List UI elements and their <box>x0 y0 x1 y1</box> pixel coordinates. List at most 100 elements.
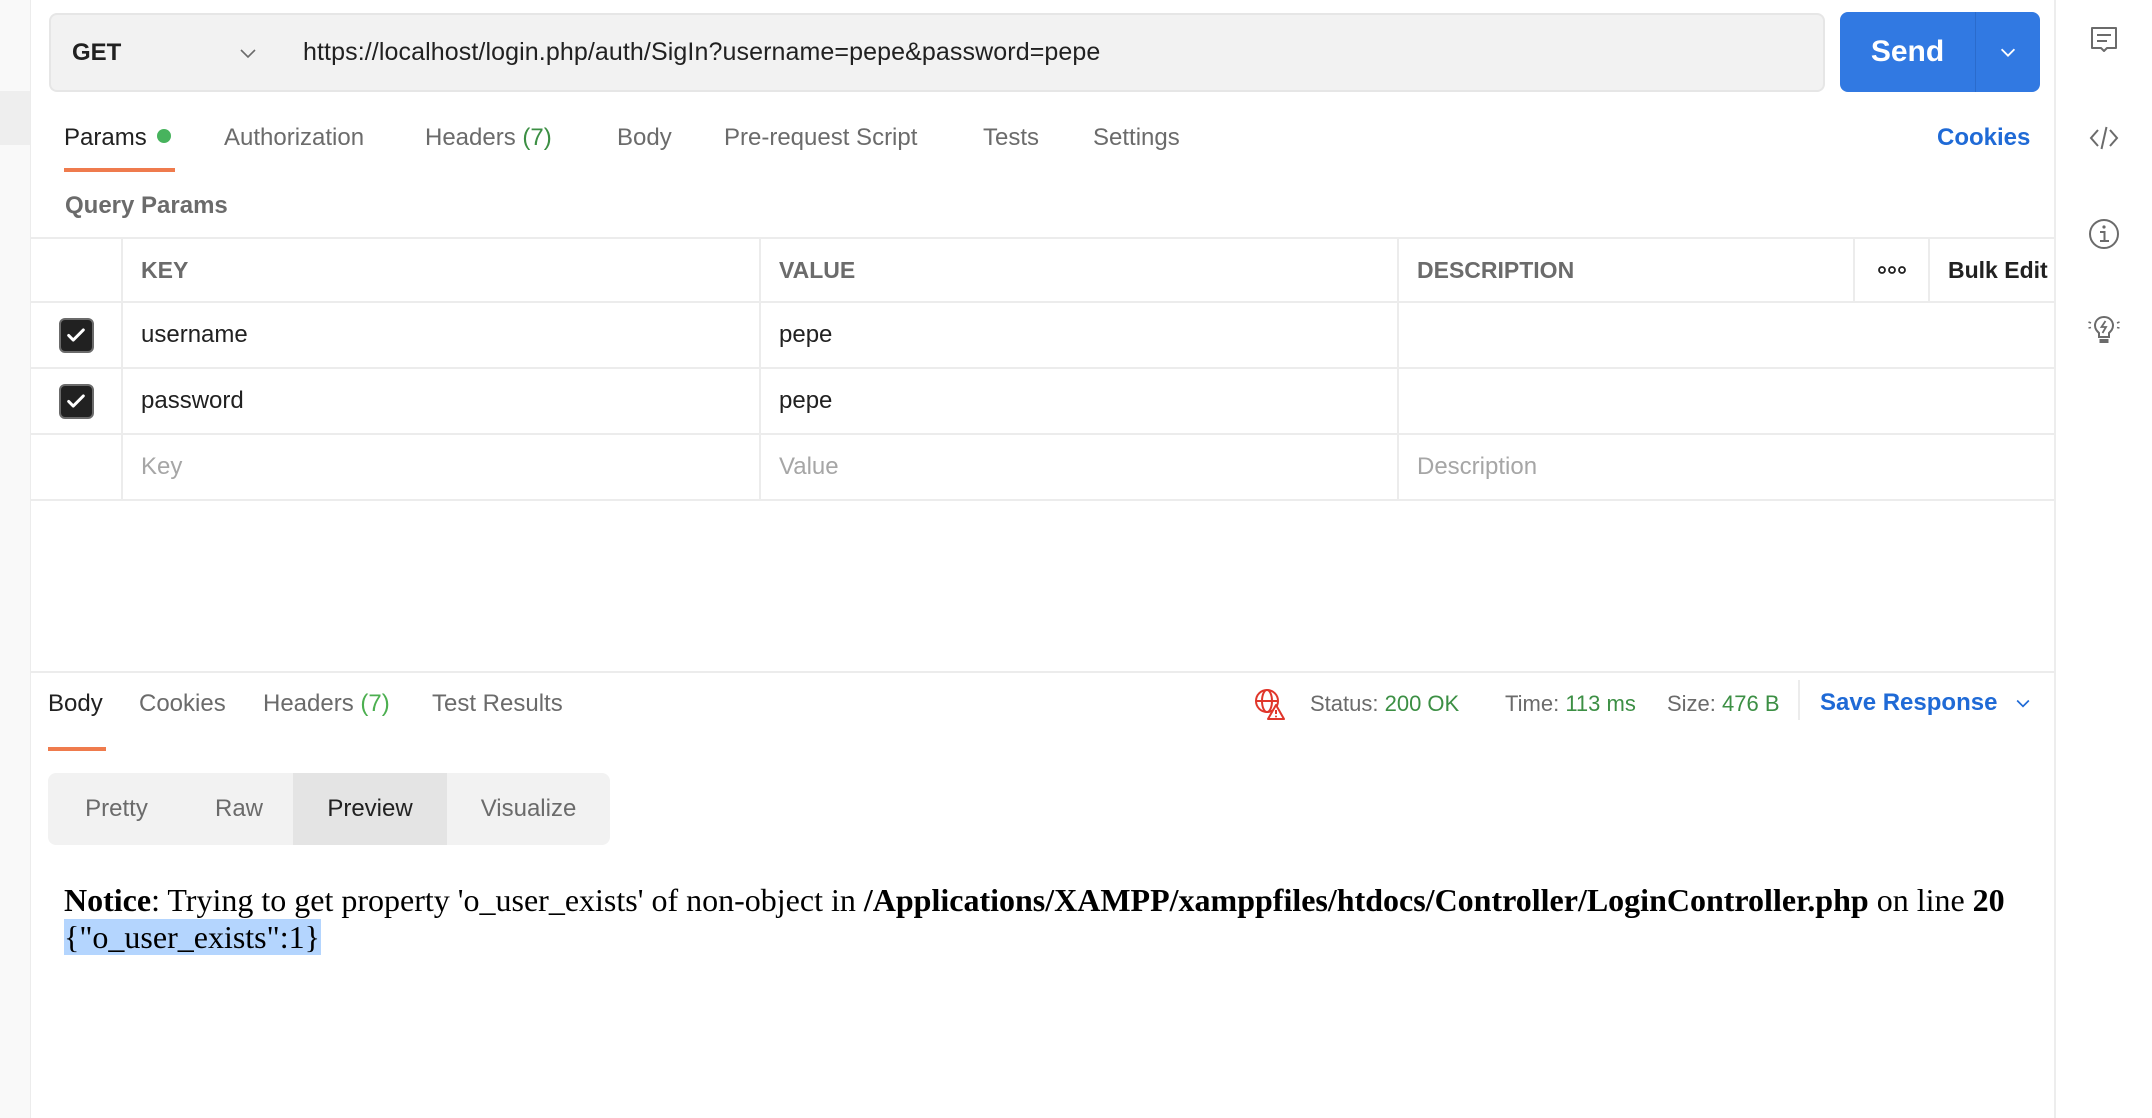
tab-label: Tests <box>983 124 1040 151</box>
table-row: username pepe <box>31 303 2054 369</box>
more-options-button[interactable] <box>1853 239 1928 301</box>
new-param-row: Key Value Description <box>31 435 2054 501</box>
view-mode-pretty[interactable]: Pretty <box>48 773 185 845</box>
send-options-button[interactable] <box>1976 12 2040 92</box>
param-description-input[interactable] <box>1397 369 2054 433</box>
response-tab-headers[interactable]: Headers (7) <box>263 690 390 718</box>
notice-line-number: 20 <box>1972 882 2005 918</box>
check-cell <box>31 369 121 433</box>
tab-pre-request-script[interactable]: Pre-request Script <box>724 124 917 152</box>
tab-label: Cookies <box>139 690 226 717</box>
query-params-heading: Query Params <box>65 192 228 219</box>
bulk-edit-button[interactable]: Bulk Edit <box>1928 239 2054 301</box>
method-select[interactable]: GET <box>49 13 281 92</box>
chevron-down-icon <box>240 49 256 59</box>
active-tab-underline <box>64 168 175 172</box>
column-header-key: KEY <box>121 239 790 301</box>
tab-settings[interactable]: Settings <box>1093 124 1180 152</box>
header-check-cell <box>31 239 121 301</box>
tab-label: Headers <box>263 690 354 717</box>
json-output: {"o_user_exists":1} <box>64 919 321 955</box>
status-label: Status: <box>1310 691 1379 716</box>
param-value-input[interactable]: pepe <box>759 369 1397 433</box>
tab-label: Settings <box>1093 124 1180 151</box>
tab-label: Test Results <box>432 690 563 717</box>
tab-tests[interactable]: Tests <box>983 124 1039 152</box>
divider <box>1798 680 1800 720</box>
status-readout: Status: 200 OK <box>1310 691 1459 717</box>
method-label: GET <box>72 38 122 66</box>
left-sidebar-strip <box>0 0 31 1118</box>
response-tab-cookies[interactable]: Cookies <box>139 690 226 718</box>
new-value-input[interactable]: Value <box>759 435 1397 499</box>
column-header-description: DESCRIPTION <box>1397 239 1854 301</box>
tab-authorization[interactable]: Authorization <box>224 124 364 152</box>
save-response-button[interactable]: Save Response <box>1820 689 2033 717</box>
new-key-input[interactable]: Key <box>121 435 790 499</box>
main-panel-border <box>2054 0 2056 1118</box>
sidebar-selected-item[interactable] <box>0 91 30 145</box>
url-input[interactable]: https://localhost/login.php/auth/SigIn?u… <box>280 13 1825 92</box>
tab-label: Authorization <box>224 124 365 151</box>
column-header-value: VALUE <box>759 239 1397 301</box>
table-row: password pepe <box>31 369 2054 435</box>
info-icon[interactable] <box>2088 218 2120 250</box>
send-button-group: Send <box>1840 12 2040 92</box>
check-cell <box>31 435 121 499</box>
headers-count: (7) <box>522 124 552 151</box>
response-tab-body[interactable]: Body <box>48 690 103 718</box>
param-key-input[interactable]: password <box>121 369 790 433</box>
row-enabled-checkbox[interactable] <box>58 383 94 419</box>
size-value: 476 B <box>1722 691 1780 716</box>
globe-warning-icon[interactable] <box>1254 688 1286 720</box>
tab-body[interactable]: Body <box>617 124 672 152</box>
view-mode-preview[interactable]: Preview <box>293 773 447 845</box>
table-header-row: KEY VALUE DESCRIPTION Bulk Edit <box>31 237 2054 303</box>
tab-label: Body <box>617 124 672 151</box>
pane-resize-divider[interactable] <box>31 671 2054 673</box>
notice-label: Notice <box>64 882 152 918</box>
notice-text: : Trying to get property 'o_user_exists'… <box>151 882 864 918</box>
view-mode-visualize[interactable]: Visualize <box>447 773 610 845</box>
response-preview: Notice: Trying to get property 'o_user_e… <box>64 882 2005 956</box>
row-enabled-checkbox[interactable] <box>58 317 94 353</box>
tab-label: Pre-request Script <box>724 124 918 151</box>
notice-line-text: on line <box>1868 882 1973 918</box>
size-label: Size: <box>1667 691 1716 716</box>
comments-icon[interactable] <box>2088 24 2120 56</box>
send-button[interactable]: Send <box>1840 12 1975 92</box>
more-horizontal-icon <box>1877 266 1906 274</box>
status-value: 200 OK <box>1384 691 1460 716</box>
param-key-input[interactable]: username <box>121 303 790 367</box>
view-mode-segmented-control: Pretty Raw Preview Visualize <box>48 773 610 845</box>
tab-label: Body <box>48 690 103 717</box>
params-active-dot <box>156 129 171 143</box>
save-response-label: Save Response <box>1820 689 1998 716</box>
headers-count: (7) <box>360 690 390 717</box>
tab-label: Headers <box>425 124 516 151</box>
checkmark-icon <box>67 394 85 408</box>
chevron-down-icon <box>2016 699 2030 708</box>
active-tab-underline <box>48 747 106 751</box>
view-mode-raw[interactable]: Raw <box>185 773 293 845</box>
tab-label: Params <box>64 124 147 151</box>
tab-params[interactable]: Params <box>64 124 171 152</box>
size-readout: Size: 476 B <box>1667 691 1780 717</box>
cookies-link[interactable]: Cookies <box>1937 124 2030 152</box>
response-tab-test-results[interactable]: Test Results <box>432 690 563 718</box>
tab-headers[interactable]: Headers (7) <box>425 124 552 152</box>
checkmark-icon <box>67 328 85 342</box>
code-icon[interactable] <box>2088 122 2120 154</box>
time-readout: Time: 113 ms <box>1505 691 1636 717</box>
php-notice-line: Notice: Trying to get property 'o_user_e… <box>64 882 2005 919</box>
new-description-input[interactable]: Description <box>1397 435 2054 499</box>
param-value-input[interactable]: pepe <box>759 303 1397 367</box>
time-label: Time: <box>1505 691 1560 716</box>
param-description-input[interactable] <box>1397 303 2054 367</box>
check-cell <box>31 303 121 367</box>
lightbulb-icon[interactable] <box>2088 314 2120 346</box>
notice-file-path: /Applications/XAMPP/xamppfiles/htdocs/Co… <box>863 882 1869 918</box>
chevron-down-icon <box>2000 48 2016 57</box>
url-text[interactable]: https://localhost/login.php/auth/SigIn?u… <box>303 38 1100 67</box>
time-value: 113 ms <box>1565 691 1636 716</box>
